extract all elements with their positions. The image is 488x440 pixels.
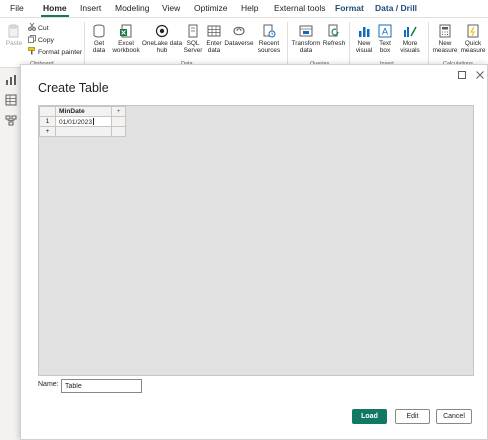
recent-sources-button[interactable]: Recent sources — [255, 24, 283, 54]
add-column-button[interactable]: + — [111, 106, 126, 117]
tab-insert[interactable]: Insert — [80, 3, 101, 13]
database-icon — [93, 24, 105, 38]
tab-help[interactable]: Help — [241, 3, 258, 13]
empty-cell — [111, 116, 126, 127]
paste-button[interactable]: Paste — [4, 24, 24, 47]
model-view-icon[interactable] — [5, 114, 17, 126]
format-painter-button[interactable]: Format painter — [28, 47, 82, 56]
view-switcher-rail — [0, 68, 22, 440]
ribbon: Paste Cut Copy Format painter Clipboard … — [0, 18, 488, 68]
maximize-icon[interactable] — [457, 70, 467, 80]
tab-home[interactable]: Home — [41, 3, 69, 17]
text-box-icon: A — [378, 24, 392, 38]
tab-external-tools[interactable]: External tools — [274, 3, 326, 13]
recent-sources-icon — [263, 24, 276, 38]
table-name-input[interactable] — [61, 379, 142, 393]
grid-corner — [39, 106, 56, 117]
bar-chart-icon — [359, 27, 370, 37]
table-editor: MinDate + 1 01/01/2023 + — [38, 105, 474, 376]
tab-data-drill[interactable]: Data / Drill — [375, 3, 417, 13]
table-row: 1 01/01/2023 — [39, 116, 126, 127]
onelake-data-hub-button[interactable]: OneLake data hub — [141, 24, 183, 54]
quick-measure-button[interactable]: Quick measure — [459, 24, 487, 54]
ribbon-separator — [287, 22, 288, 66]
refresh-button[interactable]: Refresh — [322, 24, 346, 47]
new-measure-button[interactable]: New measure — [431, 24, 459, 54]
ribbon-separator — [349, 22, 350, 66]
edit-button[interactable]: Edit — [395, 409, 430, 424]
text-box-button[interactable]: A Text box — [376, 24, 394, 54]
transform-data-button[interactable]: Transform data — [290, 24, 322, 54]
cell-value: 01/01/2023 — [59, 118, 93, 126]
dialog-title: Create Table — [38, 81, 109, 95]
ribbon-tab-bar: File Home Insert Modeling View Optimize … — [0, 0, 488, 18]
excel-icon — [120, 24, 132, 38]
dataverse-icon — [233, 26, 245, 36]
refresh-icon — [328, 24, 339, 37]
row-number: 1 — [39, 116, 56, 127]
tab-modeling[interactable]: Modeling — [115, 3, 150, 13]
table-cell[interactable]: 01/01/2023 — [55, 116, 112, 127]
add-row-button[interactable]: + — [39, 126, 56, 137]
transform-data-icon — [299, 25, 313, 37]
column-header-mindate[interactable]: MinDate — [55, 106, 112, 117]
more-visuals-icon — [404, 26, 417, 37]
dataverse-button[interactable]: Dataverse — [224, 24, 254, 47]
onelake-icon — [155, 24, 169, 38]
empty-cell — [55, 126, 112, 137]
scissors-icon — [28, 23, 36, 31]
text-caret — [93, 117, 95, 125]
tab-file[interactable]: File — [10, 3, 24, 13]
paste-icon — [8, 24, 19, 38]
copy-button[interactable]: Copy — [28, 35, 54, 44]
copy-icon — [28, 35, 36, 43]
ribbon-separator — [428, 22, 429, 66]
ribbon-separator — [84, 22, 85, 66]
name-label: Name: — [38, 381, 59, 388]
excel-workbook-button[interactable]: Excel workbook — [112, 24, 140, 54]
create-table-dialog: Create Table MinDate + 1 01/01/2023 + Na… — [20, 64, 488, 440]
more-visuals-button[interactable]: More visuals — [396, 24, 424, 54]
report-view-icon[interactable] — [5, 74, 17, 86]
new-visual-button[interactable]: New visual — [354, 24, 374, 54]
tab-view[interactable]: View — [162, 3, 180, 13]
data-grid: MinDate + 1 01/01/2023 + — [39, 106, 126, 137]
quick-measure-icon — [467, 24, 479, 38]
cancel-button[interactable]: Cancel — [436, 409, 472, 424]
close-icon[interactable] — [475, 70, 485, 80]
tab-format[interactable]: Format — [335, 3, 364, 13]
sql-server-button[interactable]: SQL Server — [183, 24, 203, 54]
svg-text:A: A — [382, 27, 388, 37]
table-grid-icon — [207, 25, 221, 37]
sql-server-icon — [188, 24, 198, 38]
tab-optimize[interactable]: Optimize — [194, 3, 228, 13]
load-button[interactable]: Load — [352, 409, 387, 424]
calculator-icon — [439, 24, 451, 38]
cut-button[interactable]: Cut — [28, 23, 49, 32]
empty-cell — [111, 126, 126, 137]
table-view-icon[interactable] — [5, 94, 17, 106]
paintbrush-icon — [28, 47, 35, 55]
enter-data-button[interactable]: Enter data — [204, 24, 224, 54]
get-data-button[interactable]: Get data — [88, 24, 110, 54]
